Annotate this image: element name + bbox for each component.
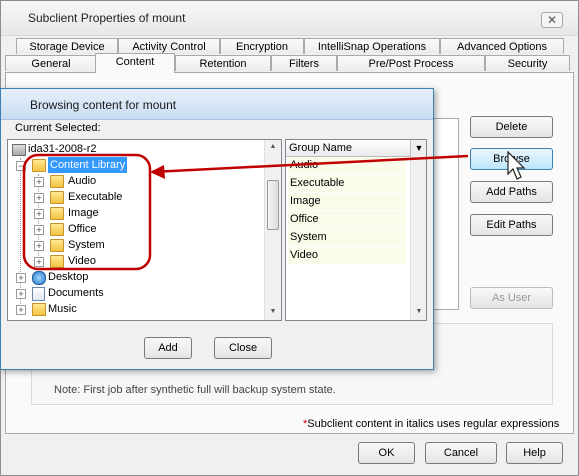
close-icon: ✕ [546,13,558,27]
tab-retention[interactable]: Retention [175,55,271,71]
tree-node-label: Documents [48,287,104,299]
as-user-button[interactable]: As User [470,287,553,309]
tab-general[interactable]: General [5,55,97,71]
folder-icon [50,175,64,188]
tree-node-label: Audio [68,175,97,187]
browse-dialog-title: Browsing content for mount [30,98,177,112]
tree-scrollbar[interactable]: ▲ ▼ [264,140,281,320]
scroll-thumb[interactable] [267,180,279,230]
tree-node-video[interactable]: + Video [8,253,208,269]
group-name-header[interactable]: Group Name [286,140,410,157]
tree-node-label: Image [68,207,99,219]
close-button[interactable]: Close [214,337,272,359]
ok-button[interactable]: OK [358,442,415,464]
help-button[interactable]: Help [506,442,563,464]
tree-node-label: System [68,239,105,251]
tab-storage-device[interactable]: Storage Device [16,38,118,54]
delete-button[interactable]: Delete [470,116,553,138]
tree-node-image[interactable]: + Image [8,205,208,221]
folder-icon [50,239,64,252]
close-window-button[interactable]: ✕ [541,12,563,28]
tree-node-system[interactable]: + System [8,237,208,253]
tree-node-executable[interactable]: + Executable [8,189,208,205]
tab-filters[interactable]: Filters [271,55,337,71]
expand-icon[interactable]: + [34,257,44,267]
group-row[interactable]: Office [288,211,406,228]
expand-icon[interactable]: + [34,225,44,235]
group-scrollbar[interactable]: ▼ [410,157,426,320]
mouse-cursor-icon [507,150,526,180]
content-tree[interactable]: ida31-2008-r2 − Content Library + Audio … [7,139,282,321]
synthetic-full-note: Note: First job after synthetic full wil… [54,384,336,396]
tree-node-desktop[interactable]: + Desktop [8,269,208,285]
tree-node-label: Executable [68,191,123,203]
documents-icon [32,287,45,301]
expand-icon[interactable]: + [34,177,44,187]
tree-node-label: Content Library [48,157,128,173]
window-title: Subclient Properties of mount [28,11,186,25]
tab-intellisnap-operations[interactable]: IntelliSnap Operations [304,38,440,54]
cancel-button[interactable]: Cancel [425,442,497,464]
current-selected-label: Current Selected: [15,122,101,134]
tab-security[interactable]: Security [485,55,570,71]
tree-node-content-library[interactable]: − Content Library [8,157,208,173]
scroll-down-icon[interactable]: ▼ [411,305,426,319]
music-folder-icon [32,303,46,316]
tree-node-office[interactable]: + Office [8,221,208,237]
tab-content[interactable]: Content [95,53,175,73]
add-button[interactable]: Add [144,337,192,359]
expand-icon[interactable]: + [16,273,26,283]
group-row[interactable]: System [288,229,406,246]
tab-activity-control[interactable]: Activity Control [118,38,220,54]
folder-icon [50,223,64,236]
group-row[interactable]: Image [288,193,406,210]
scroll-up-icon[interactable]: ▲ [265,140,281,154]
folder-icon [32,159,46,172]
tree-node-label: Video [68,255,96,267]
group-name-list[interactable]: Group Name ▼ Audio Executable Image Offi… [285,139,427,321]
server-icon [12,144,26,156]
tab-advanced-options[interactable]: Advanced Options [440,38,564,54]
group-row[interactable]: Executable [288,175,406,192]
tab-pre-post-process[interactable]: Pre/Post Process [337,55,485,71]
tree-node-documents[interactable]: + Documents [8,285,208,301]
tree-node-label: ida31-2008-r2 [28,143,97,155]
folder-icon [50,207,64,220]
italic-content-note: *Subclient content in italics uses regul… [303,418,559,430]
chevron-down-icon[interactable]: ▼ [410,140,426,157]
scroll-down-icon[interactable]: ▼ [265,305,281,319]
expand-icon[interactable]: + [34,241,44,251]
browse-title-bar: Browsing content for mount [1,89,433,120]
desktop-icon [32,271,46,285]
tree-node-label: Desktop [48,271,89,283]
browse-content-dialog: Browsing content for mount Current Selec… [0,88,434,370]
expand-icon[interactable]: + [16,289,26,299]
expand-icon[interactable]: + [16,305,26,315]
group-row[interactable]: Audio [288,157,406,174]
collapse-icon[interactable]: − [16,161,26,171]
add-paths-button[interactable]: Add Paths [470,181,553,203]
expand-icon[interactable]: + [34,209,44,219]
tab-encryption[interactable]: Encryption [220,38,304,54]
tree-node-audio[interactable]: + Audio [8,173,208,189]
group-row[interactable]: Video [288,247,406,264]
title-bar: Subclient Properties of mount ✕ [1,1,578,36]
expand-icon[interactable]: + [34,193,44,203]
edit-paths-button[interactable]: Edit Paths [470,214,553,236]
tree-node-label: Music [48,303,77,315]
folder-icon [50,255,64,268]
italic-note-text: Subclient content in italics uses regula… [307,418,560,430]
tree-node-label: Office [68,223,97,235]
tree-node-music[interactable]: + Music [8,301,208,317]
folder-icon [50,191,64,204]
